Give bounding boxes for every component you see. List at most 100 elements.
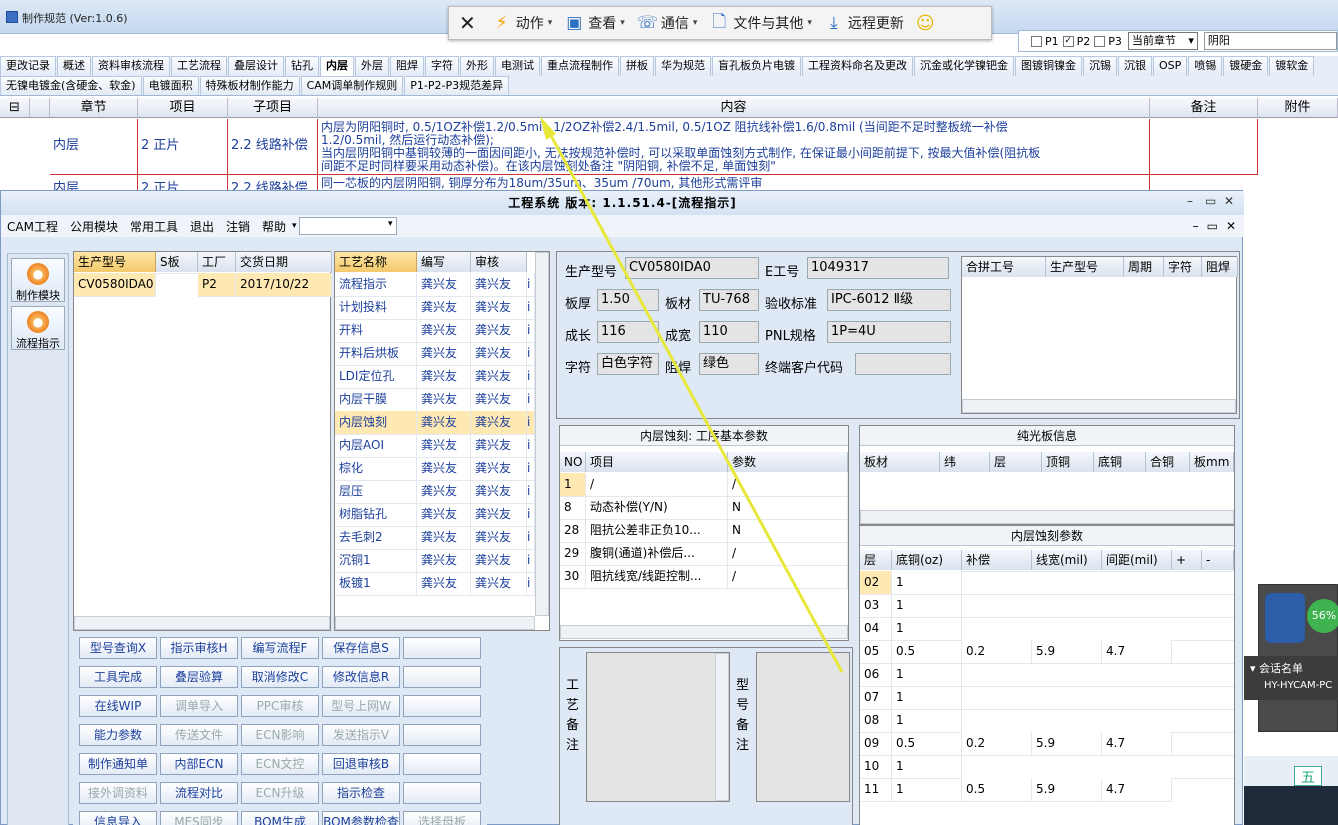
table-cell-layer[interactable]: 06 (860, 663, 892, 687)
table-cell-layer[interactable]: 07 (860, 686, 892, 710)
table-cell-process-name[interactable]: 内层干膜 (335, 388, 417, 412)
tab-喷锡[interactable]: 喷锡 (1188, 56, 1223, 76)
process-header-reviewer[interactable]: 审核 (471, 252, 527, 272)
button-PPC审核[interactable]: PPC审核 (241, 695, 319, 717)
button-blank[interactable] (403, 666, 481, 688)
orders-header-factory[interactable]: 工厂 (198, 252, 236, 272)
combine-header-no[interactable]: 合拼工号 (962, 257, 1046, 277)
table-cell-item[interactable]: 腹铜(通道)补偿后... (586, 542, 728, 566)
button-在线WIP[interactable]: 在线WIP (79, 695, 157, 717)
grid-header-content[interactable]: 内容 (318, 98, 1150, 118)
table-cell-layer[interactable]: 05 (860, 640, 892, 664)
table-cell-process-name[interactable]: 流程指示 (335, 273, 417, 297)
table-cell-writer[interactable]: 龚兴友 (417, 296, 471, 320)
table-cell-comp[interactable] (962, 755, 1032, 756)
table-cell-no[interactable]: 30 (560, 565, 586, 589)
tab-盲孔板负片电镀[interactable]: 盲孔板负片电镀 (712, 56, 801, 76)
table-cell-reviewer[interactable]: 龚兴友 (471, 365, 527, 389)
table-cell-reviewer[interactable]: 龚兴友 (471, 549, 527, 573)
table-cell-plus[interactable] (1172, 594, 1202, 595)
button-编写流程F[interactable]: 编写流程F (241, 637, 319, 659)
tab-外形[interactable]: 外形 (460, 56, 494, 76)
grid-header-sub[interactable]: 子项目 (228, 98, 318, 118)
table-cell-val[interactable]: / (728, 542, 848, 566)
table-cell-sp[interactable]: 4.7 (1102, 640, 1172, 664)
minimize-icon[interactable]: – (1187, 194, 1193, 208)
table-cell-plus[interactable] (1172, 709, 1202, 710)
teamviewer-icon[interactable] (1265, 593, 1305, 643)
etch-header-cu[interactable]: 底铜(oz) (892, 550, 962, 570)
table-cell-minus[interactable] (1202, 571, 1234, 572)
table-cell-reviewer[interactable]: 龚兴友 (471, 388, 527, 412)
eno-field[interactable]: 1049317 (807, 257, 949, 279)
table-cell-layer[interactable]: 02 (860, 571, 892, 595)
process-header-writer[interactable]: 编写 (417, 252, 471, 272)
table-cell-reviewer[interactable]: 龚兴友 (471, 457, 527, 481)
cust-field[interactable] (855, 353, 951, 375)
table-cell-reviewer[interactable]: 龚兴友 (471, 273, 527, 297)
table-cell-reviewer[interactable]: 龚兴友 (471, 503, 527, 527)
menu-exit[interactable]: 退出 (184, 218, 220, 235)
param-header-no[interactable]: NO (560, 452, 586, 472)
table-cell-minus[interactable] (1202, 778, 1234, 779)
table-cell-layer[interactable]: 11 (860, 778, 892, 802)
button-BOM生成[interactable]: BOM生成 (241, 811, 319, 825)
table-cell-writer[interactable]: 龚兴友 (417, 342, 471, 366)
table-cell-no[interactable]: 1 (560, 473, 586, 497)
inner-restore-icon[interactable]: ▭ (1203, 219, 1222, 233)
tab-工程资料命名及更改[interactable]: 工程资料命名及更改 (802, 56, 913, 76)
combine-header-period[interactable]: 周期 (1124, 257, 1164, 277)
toolbar-view-menu[interactable]: ▣ 查看 ▾ (558, 7, 631, 39)
button-接外调资料[interactable]: 接外调资料 (79, 782, 157, 804)
tab-内层[interactable]: 内层 (320, 56, 354, 76)
smiley-icon[interactable]: ☺ (910, 7, 941, 39)
button-型号查询X[interactable]: 型号查询X (79, 637, 157, 659)
table-cell-cu[interactable]: 1 (892, 686, 962, 710)
table-cell-writer[interactable]: 龚兴友 (417, 549, 471, 573)
search-input[interactable]: 阴阳 (1203, 32, 1337, 50)
button-调单导入[interactable]: 调单导入 (160, 695, 238, 717)
table-cell-process-name[interactable]: 层压 (335, 480, 417, 504)
table-cell-writer[interactable]: 龚兴友 (417, 319, 471, 343)
table-cell-reviewer[interactable]: 龚兴友 (471, 319, 527, 343)
tab-工艺流程[interactable]: 工艺流程 (171, 56, 227, 76)
table-cell-plus[interactable] (1172, 755, 1202, 756)
table-cell-writer[interactable]: 龚兴友 (417, 411, 471, 435)
table-cell-cu[interactable]: 1 (892, 663, 962, 687)
table-cell-writer[interactable]: 龚兴友 (417, 434, 471, 458)
chevron-down-icon[interactable]: ▾ (292, 221, 297, 231)
tab-阻焊[interactable]: 阻焊 (390, 56, 424, 76)
table-cell-comp[interactable] (962, 617, 1032, 618)
table-cell-val[interactable]: / (728, 473, 848, 497)
close-icon[interactable]: ✕ (1224, 194, 1234, 208)
grid-header-chapter[interactable]: 章节 (50, 98, 138, 118)
etch-header-minus[interactable]: - (1202, 550, 1234, 570)
table-cell-comp[interactable]: 0.2 (962, 640, 1032, 664)
tab-镀软金[interactable]: 镀软金 (1269, 56, 1315, 76)
table-cell-process-name[interactable]: 板镀1 (335, 572, 417, 596)
bare-header-total[interactable]: 合铜 (1146, 452, 1190, 472)
button-制作通知单[interactable]: 制作通知单 (79, 753, 157, 775)
table-cell-writer[interactable]: 龚兴友 (417, 503, 471, 527)
p2-checkbox[interactable]: ✓ (1062, 35, 1074, 47)
table-cell-process-name[interactable]: 沉铜1 (335, 549, 417, 573)
table-cell-minus[interactable] (1202, 686, 1234, 687)
table-cell-factory[interactable]: P2 (198, 273, 236, 297)
table-cell-lw[interactable] (1032, 709, 1102, 710)
table-cell-layer[interactable]: 08 (860, 709, 892, 733)
param-hscroll[interactable] (560, 625, 848, 639)
table-cell-chapter[interactable]: 内层 (50, 175, 138, 191)
button-ECN影响[interactable]: ECN影响 (241, 724, 319, 746)
bare-header-top[interactable]: 顶铜 (1042, 452, 1094, 472)
table-cell-writer[interactable]: 龚兴友 (417, 388, 471, 412)
char-field[interactable]: 白色字符 (597, 353, 659, 375)
input-method-indicator[interactable]: 五 (1294, 766, 1322, 786)
button-信息导入[interactable]: 信息导入 (79, 811, 157, 825)
table-cell-chapter[interactable]: 内层 (50, 119, 138, 175)
toolbar-action-menu[interactable]: ⚡ 动作 ▾ (486, 7, 559, 39)
table-cell-lw[interactable] (1032, 755, 1102, 756)
table-cell-process-name[interactable]: 棕化 (335, 457, 417, 481)
button-blank[interactable] (403, 782, 481, 804)
tab-无镍电镀金(含硬金、软金)[interactable]: 无镍电镀金(含硬金、软金) (0, 76, 142, 95)
bare-header-mat[interactable]: 板材 (860, 452, 940, 472)
